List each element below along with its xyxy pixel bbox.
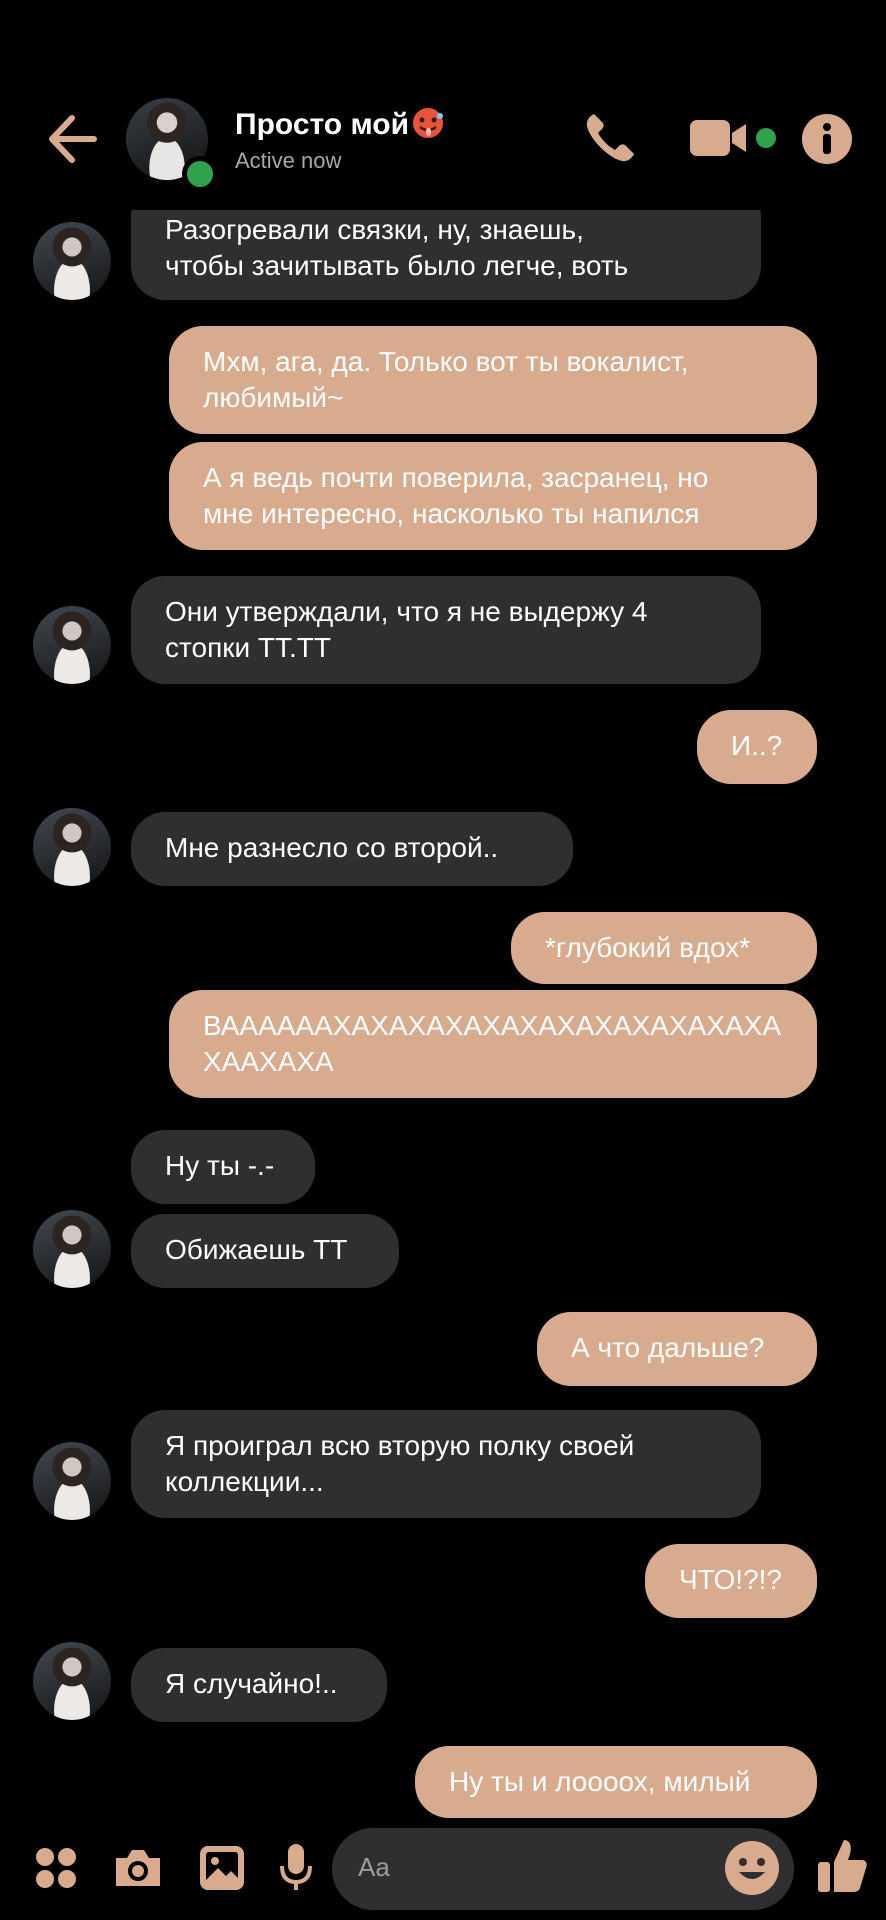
chat-header: Просто мой Active now	[0, 0, 886, 210]
message-bubble[interactable]: ВААААААХАХАХАХАХАХАХАХАХАХАХАХА ХААХАХА	[169, 990, 817, 1098]
contact-name[interactable]: Просто мой	[235, 106, 445, 142]
gallery-image-icon[interactable]	[198, 1844, 246, 1897]
message-bubble[interactable]: ЧТО!?!?	[645, 1544, 817, 1618]
message-bubble[interactable]: *глубокий вдох*	[511, 912, 817, 984]
microphone-icon[interactable]	[278, 1842, 314, 1899]
video-call-icon[interactable]	[688, 114, 778, 164]
contact-avatar[interactable]	[126, 98, 224, 192]
online-status-dot	[182, 156, 218, 192]
message-bubble[interactable]: Они утверждали, что я не выдержу 4 стопк…	[131, 576, 761, 684]
info-icon[interactable]	[800, 112, 854, 166]
emoji-smile-icon[interactable]	[724, 1840, 780, 1896]
message-bubble[interactable]: Мне разнесло со второй..	[131, 812, 573, 886]
message-bubble[interactable]: Ну ты -.-	[131, 1130, 315, 1204]
message-bubble[interactable]: Обижаешь ТТ	[131, 1214, 399, 1288]
camera-icon[interactable]	[112, 1846, 164, 1895]
back-arrow-icon[interactable]	[40, 108, 102, 170]
avatar	[33, 222, 111, 300]
message-bubble[interactable]: А я ведь почти поверила, засранец, но мн…	[169, 442, 817, 550]
avatar	[33, 606, 111, 684]
thumbs-up-like-icon[interactable]	[816, 1836, 868, 1901]
avatar	[33, 808, 111, 886]
avatar	[33, 1442, 111, 1520]
avatar	[33, 1210, 111, 1288]
message-bubble[interactable]: Я проиграл всю вторую полку своей коллек…	[131, 1410, 761, 1518]
phone-call-icon[interactable]	[580, 108, 640, 168]
avatar	[33, 1642, 111, 1720]
message-input-placeholder: Aa	[358, 1852, 390, 1882]
message-bubble[interactable]: Я случайно!..	[131, 1648, 387, 1722]
message-bubble[interactable]: Мхм, ага, да. Только вот ты вокалист, лю…	[169, 326, 817, 434]
active-status: Active now	[235, 148, 342, 173]
message-bubble[interactable]: И..?	[697, 710, 817, 784]
message-bubble[interactable]: А что дальше?	[537, 1312, 817, 1386]
contact-name-text: Просто мой	[235, 108, 410, 141]
message-bubble[interactable]: Ну ты и лоооох, милый	[415, 1746, 817, 1818]
hot-face-emoji-icon	[413, 108, 444, 138]
menu-dots-icon[interactable]	[34, 1846, 78, 1895]
